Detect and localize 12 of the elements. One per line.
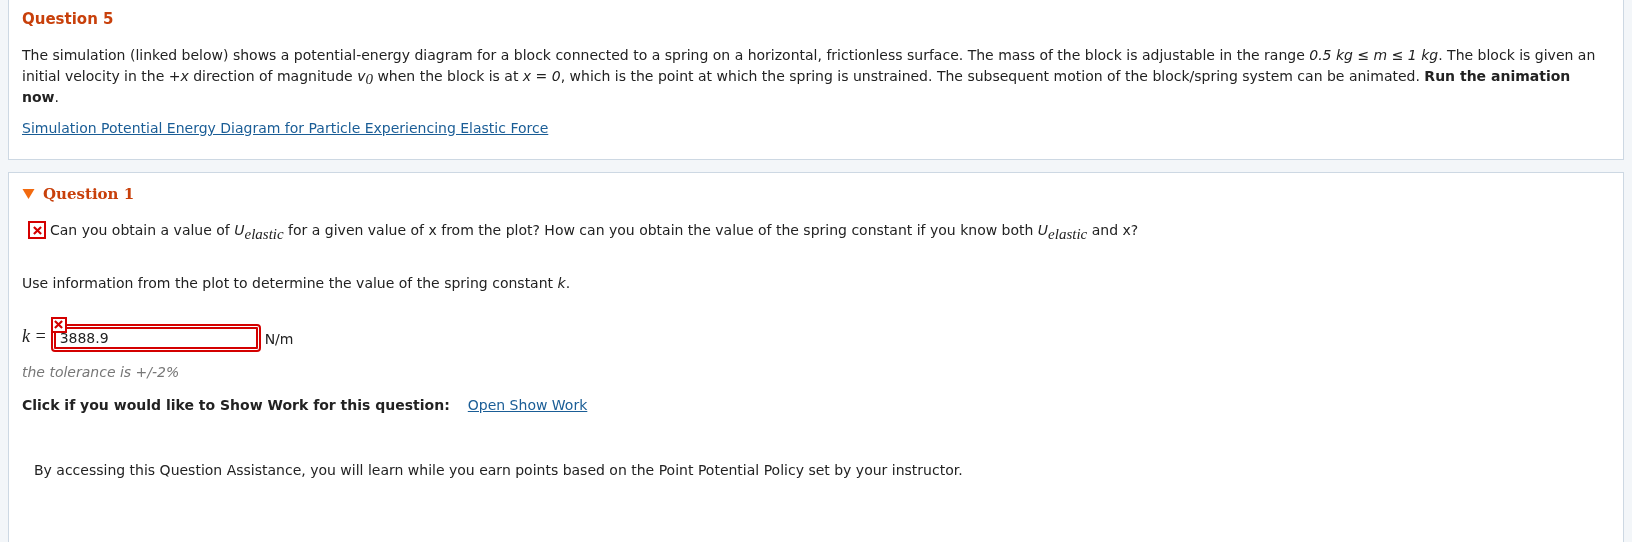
tolerance-text: the tolerance is +/-2% (22, 363, 181, 382)
equation-label: k = (22, 325, 47, 348)
answer-field[interactable]: 3888.9 (50, 324, 261, 352)
prompt-text: Use information from the plot to determine the value of the spring constant k. (22, 274, 572, 293)
assistance-text: By accessing this Question Assistance, you will learn while you earn points based on the Point Potential Policy set by your instructor. (34, 461, 964, 480)
expand-triangle-icon[interactable] (22, 188, 35, 199)
show-work-link[interactable]: Open Show Work (467, 395, 588, 416)
question-title[interactable]: Question 1 (43, 182, 135, 205)
problem-title: Question 5 (22, 9, 115, 30)
show-work-label: Click if you would like to Show Work for this question: (22, 396, 450, 415)
simulation-link[interactable]: Simulation Potential Energy Diagram for Particle Experiencing Elastic Force (22, 117, 549, 139)
unit-label: N/m (264, 330, 294, 349)
